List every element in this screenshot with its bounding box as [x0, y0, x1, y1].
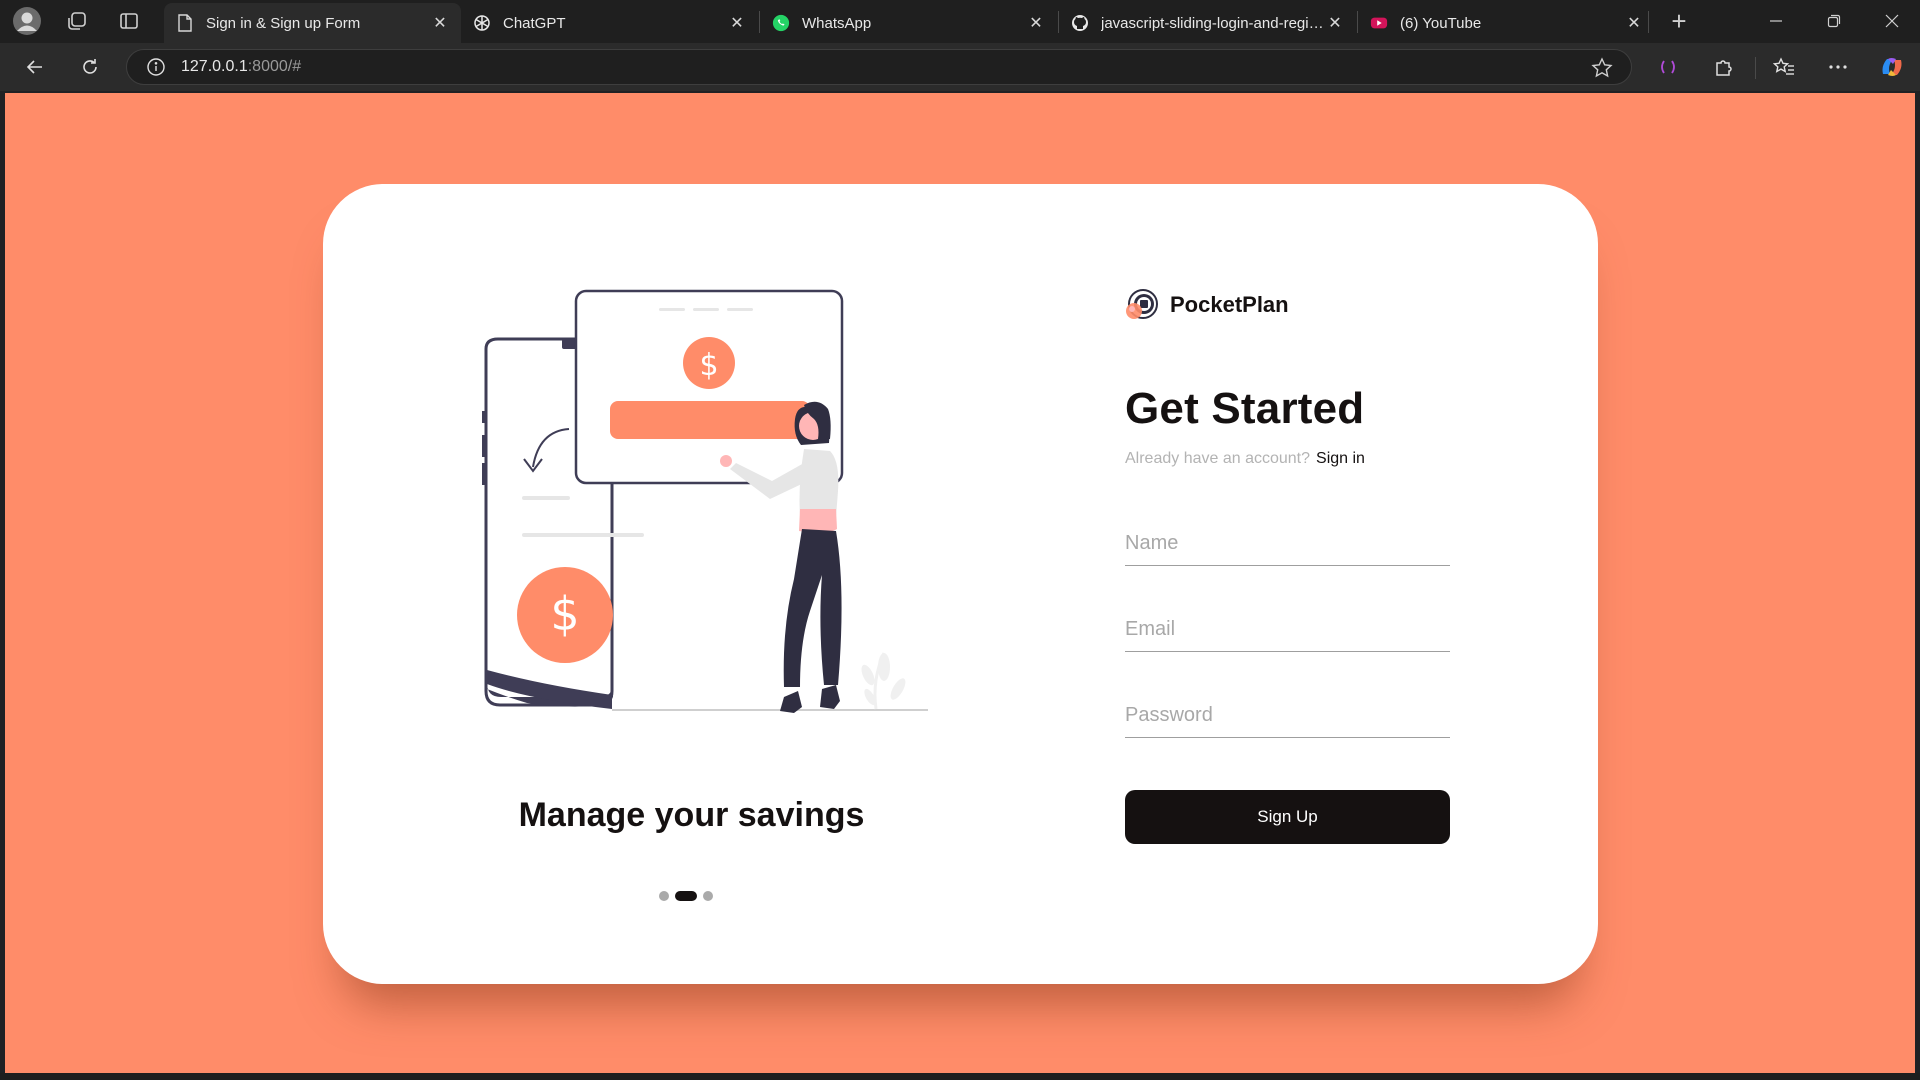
tab-title: WhatsApp	[802, 14, 872, 32]
extension-brackets-icon[interactable]	[1650, 50, 1686, 84]
pocketplan-logo-icon	[1126, 289, 1158, 319]
close-tab-icon[interactable]: ✕	[1326, 14, 1344, 32]
reload-icon[interactable]	[72, 50, 108, 84]
tab-github-repo[interactable]: javascript-sliding-login-and-registratio…	[1059, 3, 1356, 43]
favorites-icon[interactable]	[1766, 50, 1802, 84]
address-toolbar: 127.0.0.1:8000/#	[0, 43, 1920, 91]
close-tab-icon[interactable]: ✕	[1625, 14, 1643, 32]
close-tab-icon[interactable]: ✕	[728, 14, 746, 32]
sign-in-link[interactable]: Sign in	[1316, 450, 1365, 467]
tab-youtube[interactable]: (6) YouTube ✕	[1358, 3, 1655, 43]
carousel-dot[interactable]	[703, 891, 713, 901]
tab-title: (6) YouTube	[1400, 14, 1482, 32]
github-icon	[1071, 14, 1089, 32]
carousel-caption: Manage your savings	[518, 796, 865, 834]
url-text: 127.0.0.1:8000/#	[181, 58, 301, 76]
carousel-dots	[659, 891, 713, 901]
restore-icon[interactable]	[1806, 4, 1862, 38]
url-host: 127.0.0.1	[181, 58, 248, 75]
youtube-icon	[1370, 14, 1388, 32]
brand-name: PocketPlan	[1170, 292, 1289, 317]
brand: PocketPlan	[1125, 288, 1289, 322]
tab-sign-in-sign-up[interactable]: Sign in & Sign up Form ✕	[164, 3, 461, 43]
page-icon	[176, 14, 194, 32]
tab-title: javascript-sliding-login-and-registratio…	[1101, 14, 1326, 32]
vertical-tabs-icon[interactable]	[112, 4, 146, 38]
svg-text:$: $	[550, 587, 579, 641]
profile-avatar-icon[interactable]	[10, 4, 44, 38]
whatsapp-icon	[772, 14, 790, 32]
minimize-icon[interactable]	[1748, 4, 1804, 38]
tab-divider	[1648, 11, 1649, 33]
close-tab-icon[interactable]: ✕	[431, 14, 449, 32]
back-arrow-icon[interactable]	[17, 50, 53, 84]
carousel-dot[interactable]	[659, 891, 669, 901]
new-tab-icon[interactable]: +	[1662, 4, 1696, 38]
page-viewport: $ $ Manage your savings PocketPlan Get S…	[5, 93, 1915, 1073]
auth-card: $ $ Manage your savings PocketPlan Get S…	[323, 184, 1598, 984]
tab-chatgpt[interactable]: ChatGPT ✕	[461, 3, 758, 43]
switch-prompt: Already have an account?	[1125, 450, 1311, 467]
url-path: :8000/#	[247, 58, 302, 75]
more-options-icon[interactable]	[1820, 50, 1856, 84]
copilot-icon[interactable]	[1874, 50, 1910, 84]
favorite-star-icon[interactable]	[1591, 57, 1613, 79]
carousel-dot-active[interactable]	[675, 891, 697, 901]
tab-title: ChatGPT	[503, 14, 566, 32]
chatgpt-icon	[473, 14, 491, 32]
password-input[interactable]	[1125, 694, 1450, 738]
close-window-icon[interactable]	[1864, 4, 1920, 38]
page-title: Get Started	[1125, 384, 1365, 433]
workspaces-icon[interactable]	[60, 4, 94, 38]
switch-to-sign-in: Already have an account? Sign in	[1125, 450, 1365, 468]
address-bar[interactable]: 127.0.0.1:8000/#	[126, 49, 1632, 85]
email-input[interactable]	[1125, 608, 1450, 652]
extensions-puzzle-icon[interactable]	[1706, 50, 1742, 84]
site-info-icon[interactable]	[145, 56, 167, 78]
toolbar-divider	[1755, 57, 1756, 79]
tab-bar: Sign in & Sign up Form ✕ ChatGPT ✕ Whats…	[0, 0, 1920, 43]
name-input[interactable]	[1125, 522, 1450, 566]
savings-illustration: $ $	[482, 289, 928, 713]
close-tab-icon[interactable]: ✕	[1027, 14, 1045, 32]
svg-text:$: $	[699, 348, 718, 383]
sign-up-button[interactable]: Sign Up	[1125, 790, 1450, 844]
tab-whatsapp[interactable]: WhatsApp ✕	[760, 3, 1057, 43]
taskbar-strip	[0, 1073, 1920, 1080]
tab-title: Sign in & Sign up Form	[206, 14, 361, 32]
